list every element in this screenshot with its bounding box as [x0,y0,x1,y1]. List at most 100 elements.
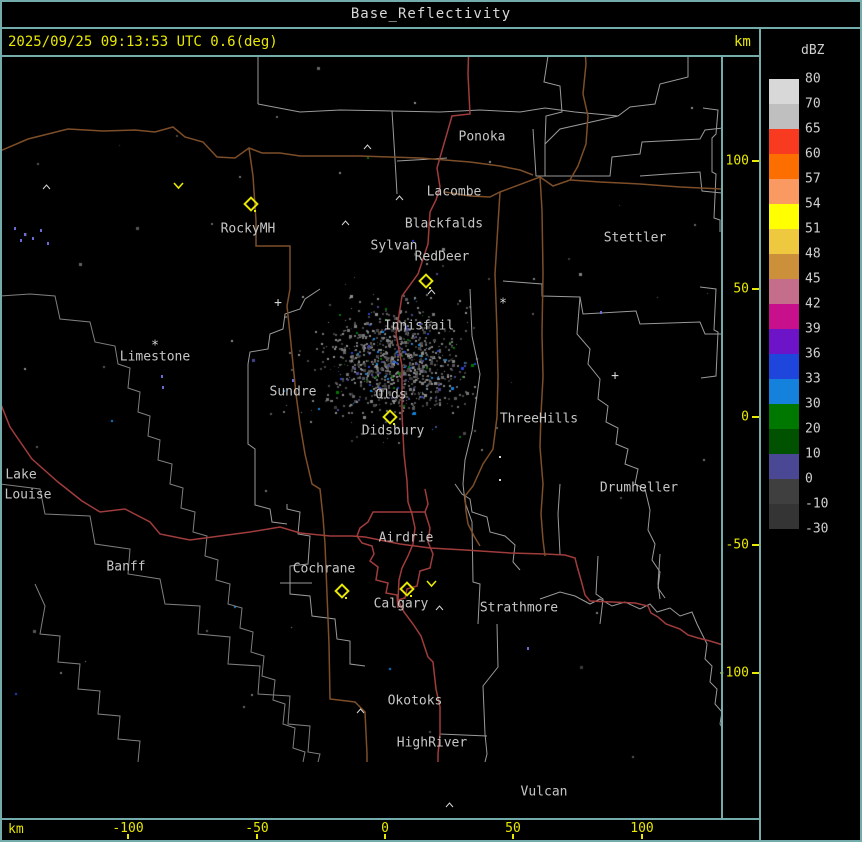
highways-brown [2,57,722,762]
city-label: Olds [375,387,407,403]
city-label: HighRiver [396,735,468,751]
weak-echo-dot [161,375,163,378]
radar-site-dot [254,210,256,212]
point-marker-dot [499,479,501,481]
city-label: Innisfail [383,318,455,334]
city-label: Airdrie [378,530,434,546]
colorbar-swatch [769,229,799,254]
colorbar-level-label: 60 [805,146,821,162]
bottom-axis-tick-mark [127,834,129,839]
colorbar-swatch [769,479,799,504]
bottom-axis-tick-mark [641,834,643,839]
radar-site-dot [345,597,347,599]
city-label: Lacombe [426,184,482,200]
right-axis-tick-mark [752,544,759,546]
frame-left [0,0,2,842]
colorbar-level-label: 36 [805,346,821,362]
right-axis-tick-label: 50 [733,281,749,297]
title-bar: Base_Reflectivity [0,0,862,27]
city-label: Okotoks [387,693,443,709]
city-label: Calgary [373,596,429,612]
map-bottom-border [0,818,760,820]
plus-marker-icon: + [611,368,619,384]
colorbar-swatch [769,279,799,304]
colorbar-swatch [769,354,799,379]
colorbar-level-label: 0 [805,471,813,487]
colorbar-level-label: 42 [805,296,821,312]
city-label: Vulcan [520,784,568,800]
map-top-border [0,55,760,57]
colorbar-swatch [769,329,799,354]
bottom-axis: km -100 -50 0 50 100 [0,820,758,840]
colorbar-level-label: 70 [805,96,821,112]
city-label: Sylvan [370,238,418,254]
right-axis-tick-mark [752,160,759,162]
right-axis-tick-label: 0 [741,409,749,425]
asterisk-marker-icon: * [499,296,507,312]
colorbar-swatch [769,204,799,229]
bottom-axis-unit-label: km [8,822,24,837]
colorbar-swatch [769,104,799,129]
title-divider [0,27,862,29]
basemap-lines [2,57,722,762]
weak-echo-dot [32,237,34,240]
caret-up-icon [435,605,444,611]
frame-top [0,0,862,2]
colorbar-swatch [769,504,799,529]
colorbar-level-label: 54 [805,196,821,212]
city-label: RockyMH [220,221,276,237]
bottom-axis-tick-mark [384,834,386,839]
right-axis: 100 50 0 -50 -100 [718,56,759,818]
highways-red [2,57,722,762]
colorbar-swatch [769,454,799,479]
colorbar-level-label: 10 [805,446,821,462]
weak-echo-dot [47,242,49,245]
weak-echo-dot [40,229,42,232]
right-axis-tick-mark [752,288,759,290]
caret-up-icon [341,220,350,226]
colorbar-swatch [769,304,799,329]
weak-echo-dot [20,239,22,242]
colorbar-unit-label: dBZ [801,43,825,58]
colorbar-level-label: -10 [805,496,829,512]
plus-marker-icon: + [274,295,282,311]
asterisk-marker-icon: * [151,338,159,354]
city-label: Drumheller [599,480,679,496]
city-label: Blackfalds [404,216,484,232]
colorbar-level-label: 33 [805,371,821,387]
colorbar-level-label: 57 [805,171,821,187]
city-label: Strathmore [479,600,559,616]
city-label: Sundre [269,384,317,400]
city-label: ThreeHills [499,411,579,427]
caret-up-icon [363,144,372,150]
city-label: Cochrane [292,561,356,577]
bottom-axis-tick-mark [512,834,514,839]
colorbar-swatch [769,179,799,204]
colorbar-swatch [769,379,799,404]
map-viewport[interactable]: Ponoka Lacombe Blackfalds Sylvan RedDeer Stet… [2,57,722,818]
timestamp-label: 2025/09/25 09:13:53 UTC 0.6(deg) [8,34,278,50]
city-label: Lake [5,467,37,483]
info-bar: 2025/09/25 09:13:53 UTC 0.6(deg) km [0,29,758,55]
city-label: Didsbury [361,423,425,439]
colorbar-level-label: 45 [805,271,821,287]
point-marker-dot [499,456,501,458]
right-axis-tick-mark [752,416,759,418]
county-boundaries [247,57,722,762]
caret-up-icon [42,184,51,190]
weak-echo-dot [527,647,529,650]
map-right-border [721,56,723,820]
colorbar-level-label: 39 [805,321,821,337]
caret-up-icon [356,708,365,714]
reflectivity-colorbar: dBZ 80 70 65 60 57 54 51 48 45 42 39 36 33 30 20 10 0 -10… [761,29,862,840]
colorbar-swatch [769,154,799,179]
radar-site-dot [410,595,412,597]
right-axis-tick-label: -50 [725,537,749,553]
panel-divider [759,28,761,842]
colorbar-swatch [769,404,799,429]
weak-echo-dot [162,386,164,389]
caret-up-icon [427,289,436,295]
weak-echo-dot [24,233,26,236]
colorbar-swatch [769,129,799,154]
colorbar-level-label: 51 [805,221,821,237]
